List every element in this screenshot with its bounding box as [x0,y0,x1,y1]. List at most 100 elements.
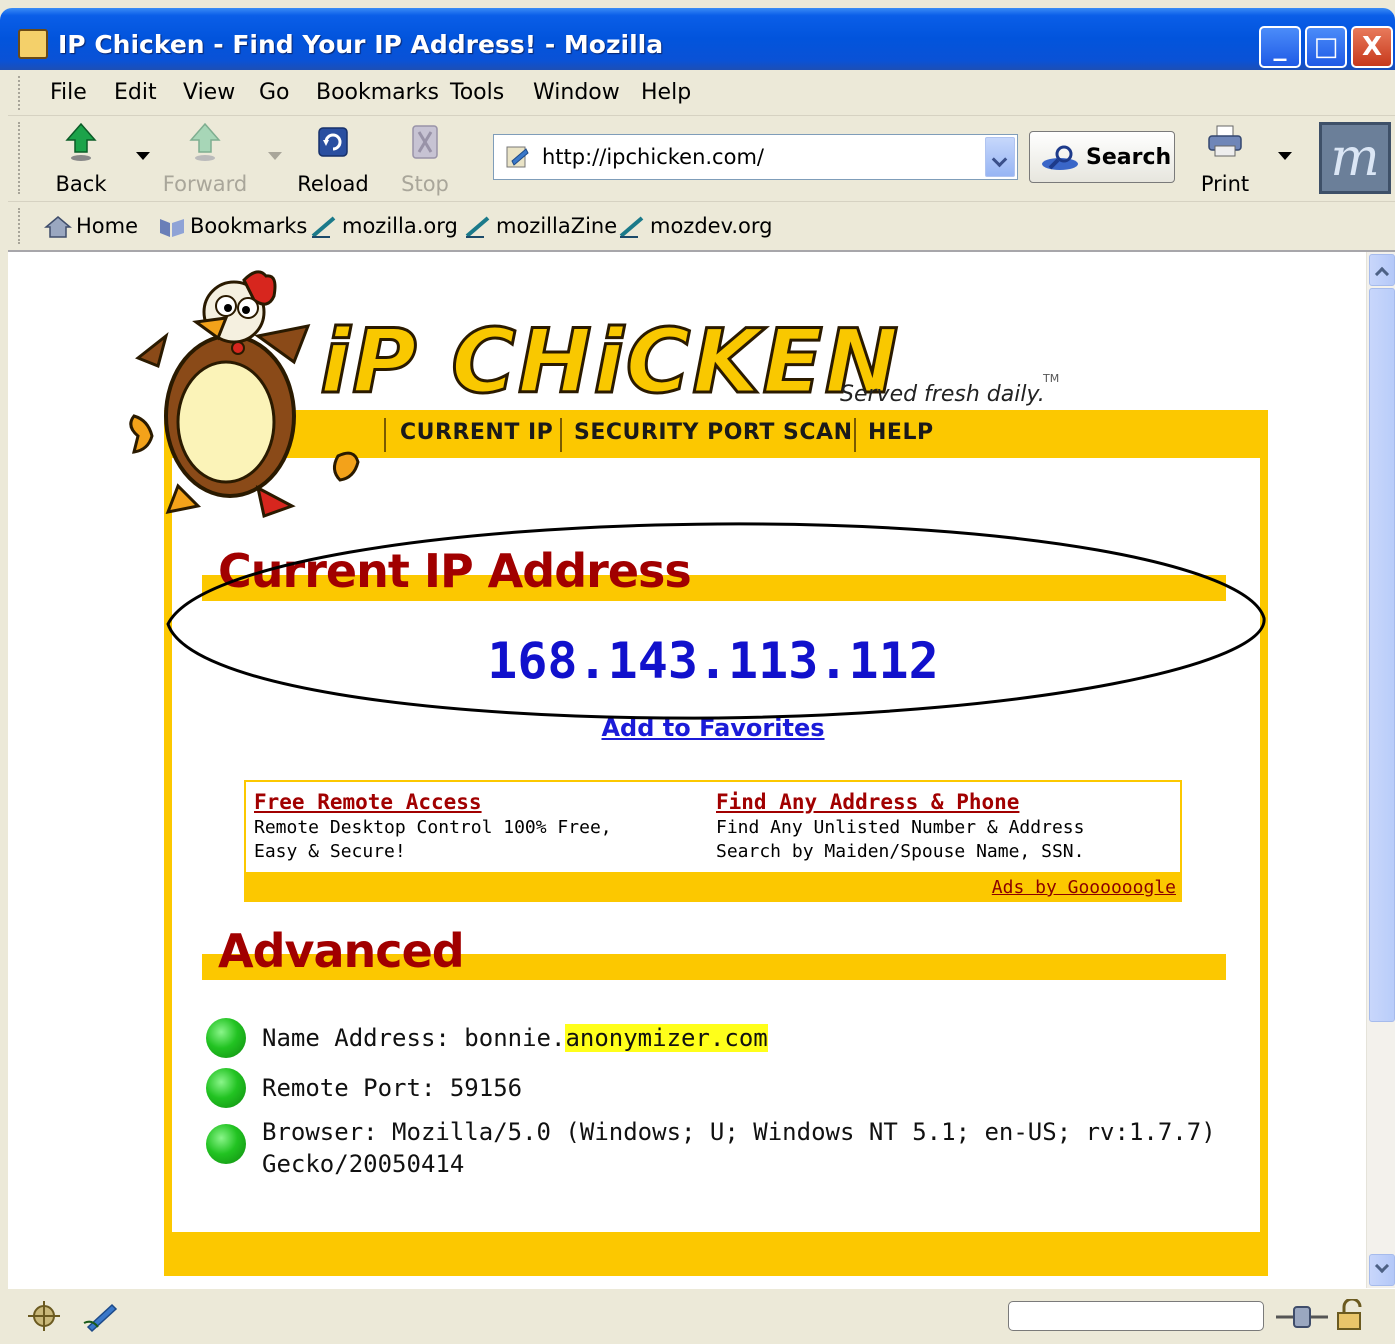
stop-icon [412,125,438,159]
navigator-component-icon[interactable] [24,1299,64,1333]
nav-separator [560,418,562,452]
forward-dropdown-icon[interactable] [268,152,282,160]
menu-bar: File Edit View Go Bookmarks Tools Window… [8,70,1395,116]
search-label: Search [1086,145,1172,170]
search-button[interactable]: Search [1029,131,1175,183]
print-label: Print [1200,172,1250,196]
scroll-up-button[interactable] [1369,254,1395,286]
browser-text-line1: Browser: Mozilla/5.0 (Windows; U; Window… [262,1118,1216,1146]
ad-find-address-title[interactable]: Find Any Address & Phone [716,790,1156,814]
reload-icon [318,127,348,157]
trademark-mark: TM [1043,372,1060,385]
reload-label: Reload [297,172,369,196]
url-input[interactable] [542,141,972,173]
scroll-thumb[interactable] [1369,288,1395,1022]
bookmarks-grip[interactable] [18,208,24,244]
maximize-icon: □ [1313,32,1339,62]
back-dropdown-icon[interactable] [136,152,150,160]
stop-label: Stop [401,172,449,196]
back-arrow-icon [65,122,97,161]
status-bar [8,1288,1395,1344]
forward-button[interactable]: Forward [160,120,250,198]
back-button[interactable]: Back [36,120,126,198]
url-history-dropdown-icon[interactable] [985,137,1015,177]
scroll-down-button[interactable] [1369,1254,1395,1286]
forward-arrow-icon [189,122,221,161]
menu-help[interactable]: Help [641,80,691,105]
status-progress-bar [1008,1301,1264,1331]
bookmark-mozilla-org-label: mozilla.org [342,214,458,238]
close-icon: X [1361,32,1383,62]
bookmark-home-label: Home [76,214,139,238]
name-address-label: Name Address: bonnie. [262,1024,566,1052]
ad-remote-access-desc2: Easy & Secure! [254,841,406,862]
app-icon [18,29,48,59]
vertical-scrollbar[interactable] [1366,252,1395,1288]
bookmark-mozillazine-label: mozillaZine [496,214,618,238]
search-icon [1042,145,1078,170]
home-icon [44,216,72,238]
menu-edit[interactable]: Edit [114,80,157,105]
bookmark-bookmarks[interactable]: Bookmarks [158,214,307,239]
menu-view[interactable]: View [183,80,235,105]
online-status-icon[interactable] [1274,1303,1330,1331]
title-bar: IP Chicken - Find Your IP Address! - Moz… [0,8,1395,70]
remote-port-text: Remote Port: 59156 [262,1074,523,1102]
site-tagline: Served fresh daily. [840,382,1045,407]
minimize-button[interactable]: _ [1259,26,1301,68]
forward-label: Forward [162,172,248,196]
browser-window: IP Chicken - Find Your IP Address! - Moz… [0,0,1395,1344]
stop-button[interactable]: Stop [380,120,470,198]
ad-find-address: Find Any Address & Phone Find Any Unlist… [716,790,1156,864]
security-padlock-icon[interactable] [1334,1299,1368,1331]
nav-port-scan-link[interactable]: SECURITY PORT SCAN [574,420,852,445]
menu-tools[interactable]: Tools [450,80,504,105]
status-dot-icon [206,1018,246,1058]
mozilla-logo-icon: m [1330,128,1380,188]
nav-separator [854,418,856,452]
bookmark-mozilla-org[interactable]: mozilla.org [310,214,458,239]
bookmark-bookmarks-label: Bookmarks [190,214,308,238]
bookmark-link-icon [311,216,336,238]
menu-window[interactable]: Window [533,80,620,105]
bookmarks-toolbar: Home Bookmarks mozilla.org mozillaZine m… [8,202,1395,252]
browser-text-line2: Gecko/20050414 [262,1150,465,1178]
bookmark-mozdev-org[interactable]: mozdev.org [618,214,773,239]
window-title: IP Chicken - Find Your IP Address! - Moz… [58,30,664,59]
bookmark-home[interactable]: Home [44,214,138,239]
nav-current-ip-link[interactable]: CURRENT IP [400,420,553,445]
ad-remote-access: Free Remote Access Remote Desktop Contro… [254,790,694,864]
minimize-icon: _ [1273,32,1287,62]
menubar-grip[interactable] [18,76,24,110]
bookmark-mozdev-org-label: mozdev.org [650,214,773,238]
menu-bookmarks[interactable]: Bookmarks [316,80,439,105]
chevron-down-icon [1374,1258,1390,1274]
nav-help-link[interactable]: HELP [868,420,934,445]
mozilla-throbber-logo[interactable]: m [1319,122,1391,194]
ad-remote-access-desc1: Remote Desktop Control 100% Free, [254,817,612,838]
bookmark-mozillazine[interactable]: mozillaZine [464,214,617,239]
menu-file[interactable]: File [50,80,87,105]
maximize-button[interactable]: □ [1305,26,1347,68]
advanced-heading: Advanced [218,924,465,978]
menu-go[interactable]: Go [259,80,290,105]
url-bar[interactable] [493,134,1018,180]
ads-by-google-link[interactable]: Ads by Goooooogle [992,877,1176,898]
highlight-ellipse-annotation [166,522,1266,720]
page-proxy-icon[interactable] [504,143,532,171]
composer-component-icon[interactable] [82,1299,122,1333]
reload-button[interactable]: Reload [288,120,378,198]
status-dot-icon [206,1124,246,1164]
bookmark-link-icon [619,216,644,238]
back-label: Back [55,172,107,196]
bookmarks-folder-icon [160,219,184,237]
navbar-grip[interactable] [18,122,24,194]
frame-bottom [164,1232,1268,1276]
close-button[interactable]: X [1351,26,1393,68]
ads-box: Free Remote Access Remote Desktop Contro… [244,780,1182,902]
ad-find-address-desc2: Search by Maiden/Spouse Name, SSN. [716,841,1085,862]
status-dot-icon [206,1068,246,1108]
print-dropdown-icon[interactable] [1278,152,1292,160]
ad-remote-access-title[interactable]: Free Remote Access [254,790,694,814]
print-button[interactable]: Print [1180,120,1270,198]
